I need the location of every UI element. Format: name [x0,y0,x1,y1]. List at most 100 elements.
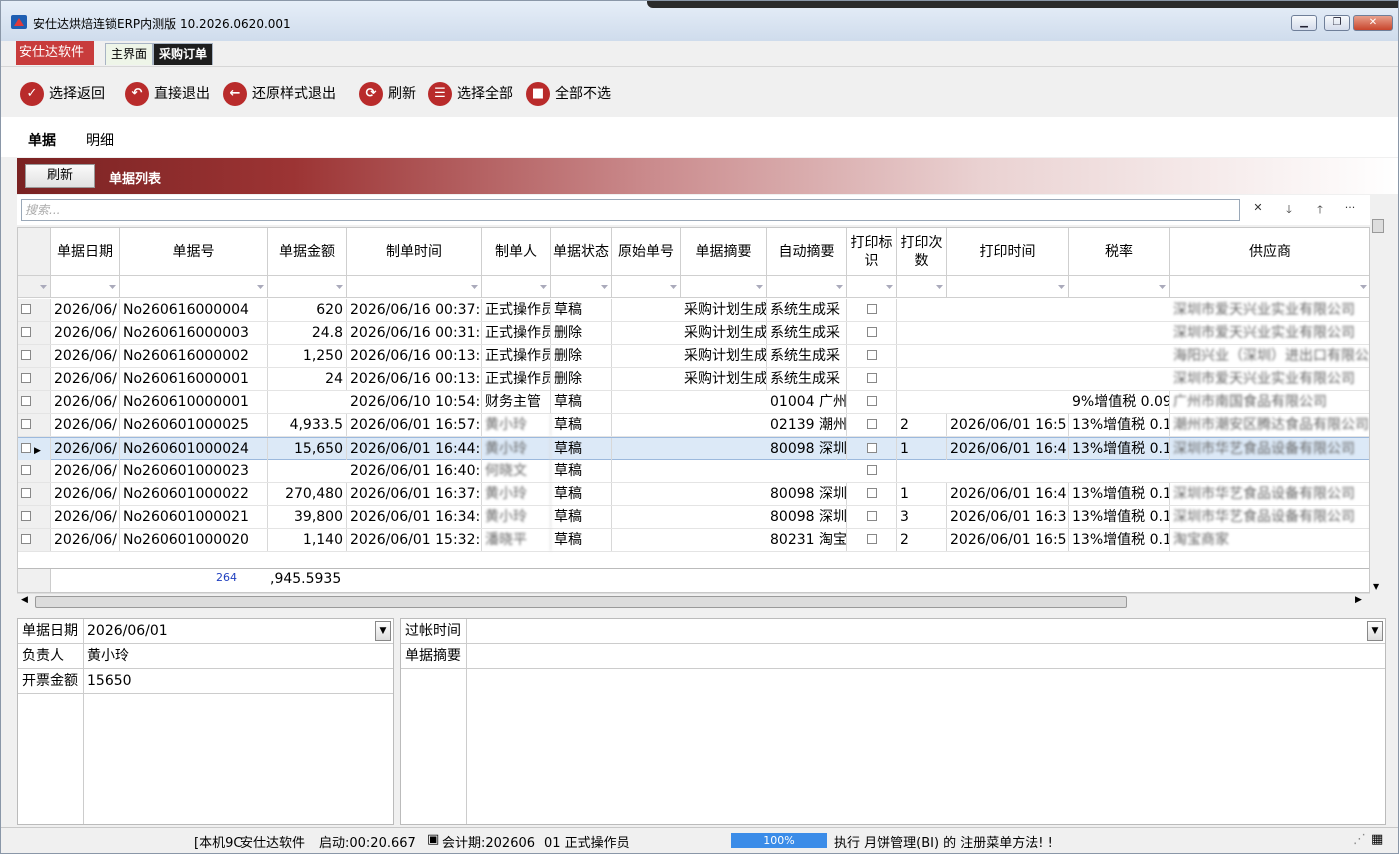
row-checkbox[interactable] [21,350,31,360]
column-filter[interactable] [1069,276,1170,298]
cell-maker: 正式操作员 [482,299,551,321]
minimize-button[interactable]: ▁ [1291,15,1317,31]
chevron-down-icon[interactable]: ▼ [375,621,391,641]
cell-supplier: 广州市南国食品有限公司 [1170,391,1369,413]
print-flag-checkbox[interactable] [866,488,877,498]
column-header[interactable]: 制单时间 [347,228,482,276]
column-header[interactable]: 打印次数 [897,228,947,276]
row-checkbox[interactable] [21,488,31,498]
row-checkbox[interactable] [21,327,31,337]
column-header[interactable]: 单据号 [120,228,268,276]
column-header[interactable]: 打印标识 [847,228,897,276]
more-icon[interactable]: ··· [1339,201,1361,214]
column-filter[interactable] [120,276,268,298]
print-flag-checkbox[interactable] [866,443,877,453]
vertical-scroll-thumb[interactable] [1372,219,1384,233]
print-flag-checkbox[interactable] [866,465,877,475]
resize-grip-icon[interactable]: ⋰ [1353,832,1366,847]
title-bar[interactable]: 安仕达烘焙连锁ERP内测版 10.2026.0620.001 ▁ ❐ ✕ [1,1,1398,41]
cell-status: 草稿 [551,414,612,436]
column-filter[interactable] [947,276,1069,298]
column-header[interactable]: 单据摘要 [681,228,767,276]
tab-doc[interactable]: 单据 [28,130,56,150]
detail-summary-field[interactable] [467,644,1385,669]
print-flag-checkbox[interactable] [866,327,877,337]
detail-post-time-field[interactable] [467,619,1385,644]
tab-purchase-order[interactable]: 采购订单 [153,43,214,65]
row-checkbox[interactable] [21,419,31,429]
horizontal-scrollbar[interactable]: ◀ ▶ [17,593,1370,610]
column-filter[interactable] [612,276,681,298]
detail-invoice-field[interactable]: 15650 [84,669,393,694]
column-header[interactable]: 单据日期 [51,228,120,276]
close-button[interactable]: ✕ [1353,15,1393,31]
column-header[interactable]: 打印时间 [947,228,1069,276]
print-flag-checkbox[interactable] [866,534,877,544]
column-filter[interactable] [51,276,120,298]
scroll-left-icon[interactable]: ◀ [21,595,28,605]
row-checkbox[interactable] [21,304,31,314]
print-flag-checkbox[interactable] [866,396,877,406]
arrow-up-icon[interactable]: 🡑 [1309,201,1331,220]
print-flag-checkbox[interactable] [866,373,877,383]
table-row[interactable]: 2026/06/No260601000025 4,933.5 2026/06/01 … [18,414,1369,437]
column-filter[interactable] [847,276,897,298]
table-row[interactable]: 2026/06/No260610000001 2026/06/10 10:54: 财… [18,391,1369,414]
cell-date: 2026/06/ [51,391,120,413]
print-flag-checkbox[interactable] [866,419,877,429]
column-filter[interactable] [897,276,947,298]
chevron-down-icon[interactable]: ▼ [1367,621,1383,641]
cell-time: 2026/06/01 16:40: [347,460,482,482]
tab-main[interactable]: 主界面 [105,43,154,65]
table-row[interactable]: 2026/06/No260601000020 1,140 2026/06/01 15… [18,529,1369,552]
row-checkbox[interactable] [21,396,31,406]
search-input[interactable]: 搜索... [21,199,1240,221]
column-header[interactable]: 供应商 [1170,228,1369,276]
arrow-down-icon[interactable]: 🡓 [1278,201,1300,220]
row-checkbox[interactable] [21,511,31,521]
column-header[interactable]: 单据金额 [268,228,347,276]
calculator-icon[interactable]: ▦ [1371,832,1383,847]
table-row[interactable]: 2026/06/No260601000022 270,480 2026/06/01 … [18,483,1369,506]
tab-detail[interactable]: 明细 [86,130,114,150]
column-header[interactable]: 制单人 [482,228,551,276]
cell-date: 2026/06/ [51,368,120,390]
column-filter[interactable] [551,276,612,298]
table-row[interactable]: 2026/06/No260616000002 1,250 2026/06/16 00… [18,345,1369,368]
print-flag-checkbox[interactable] [866,350,877,360]
row-checkbox[interactable] [21,373,31,383]
table-row[interactable]: 2026/06/No260616000003 24.8 2026/06/16 00:… [18,322,1369,345]
column-header[interactable]: 原始单号 [612,228,681,276]
vertical-scrollbar[interactable]: ▼ [1370,195,1386,593]
cell-time: 2026/06/16 00:31: [347,322,482,344]
column-filter[interactable] [347,276,482,298]
horizontal-scroll-thumb[interactable] [35,596,1127,608]
table-row[interactable]: 2026/06/No260601000021 39,800 2026/06/01 1… [18,506,1369,529]
list-refresh-button[interactable]: 刷新 [25,164,95,188]
column-filter[interactable] [1170,276,1369,298]
column-filter[interactable] [767,276,847,298]
scroll-down-icon[interactable]: ▼ [1373,582,1379,591]
clear-search-icon[interactable]: ✕ [1247,201,1269,214]
detail-owner-field[interactable]: 黄小玲 [84,644,393,669]
column-filter[interactable] [681,276,767,298]
scroll-right-icon[interactable]: ▶ [1355,595,1362,605]
brand-menu[interactable]: 安仕达软件 ▾ [16,41,94,84]
row-checkbox[interactable] [21,534,31,544]
column-header[interactable]: 自动摘要 [767,228,847,276]
print-flag-checkbox[interactable] [866,511,877,521]
row-checkbox[interactable] [21,465,31,475]
print-flag-checkbox[interactable] [866,304,877,314]
table-row[interactable]: 2026/06/No260616000001 24 2026/06/16 00:13… [18,368,1369,391]
column-header[interactable]: 税率 [1069,228,1170,276]
column-header[interactable]: 单据状态 [551,228,612,276]
column-filter[interactable] [268,276,347,298]
table-row[interactable]: 2026/06/No260616000004 620 2026/06/16 00:3… [18,299,1369,322]
document-grid[interactable]: 单据日期 单据号 单据金额 制单时间 制单人 单据状态 原始单号 单据摘要 自动摘要 打印标识 打印… [17,227,1370,593]
row-checkbox[interactable] [21,443,31,453]
table-row[interactable]: 2026/06/No260601000023 2026/06/01 16:40: 何… [18,460,1369,483]
restore-button[interactable]: ❐ [1324,15,1350,31]
detail-date-field[interactable]: 2026/06/01 [84,619,393,644]
table-row[interactable]: ▶ 2026/06/No260601000024 15,650 2026/06/01 … [18,437,1369,462]
column-filter[interactable] [482,276,551,298]
